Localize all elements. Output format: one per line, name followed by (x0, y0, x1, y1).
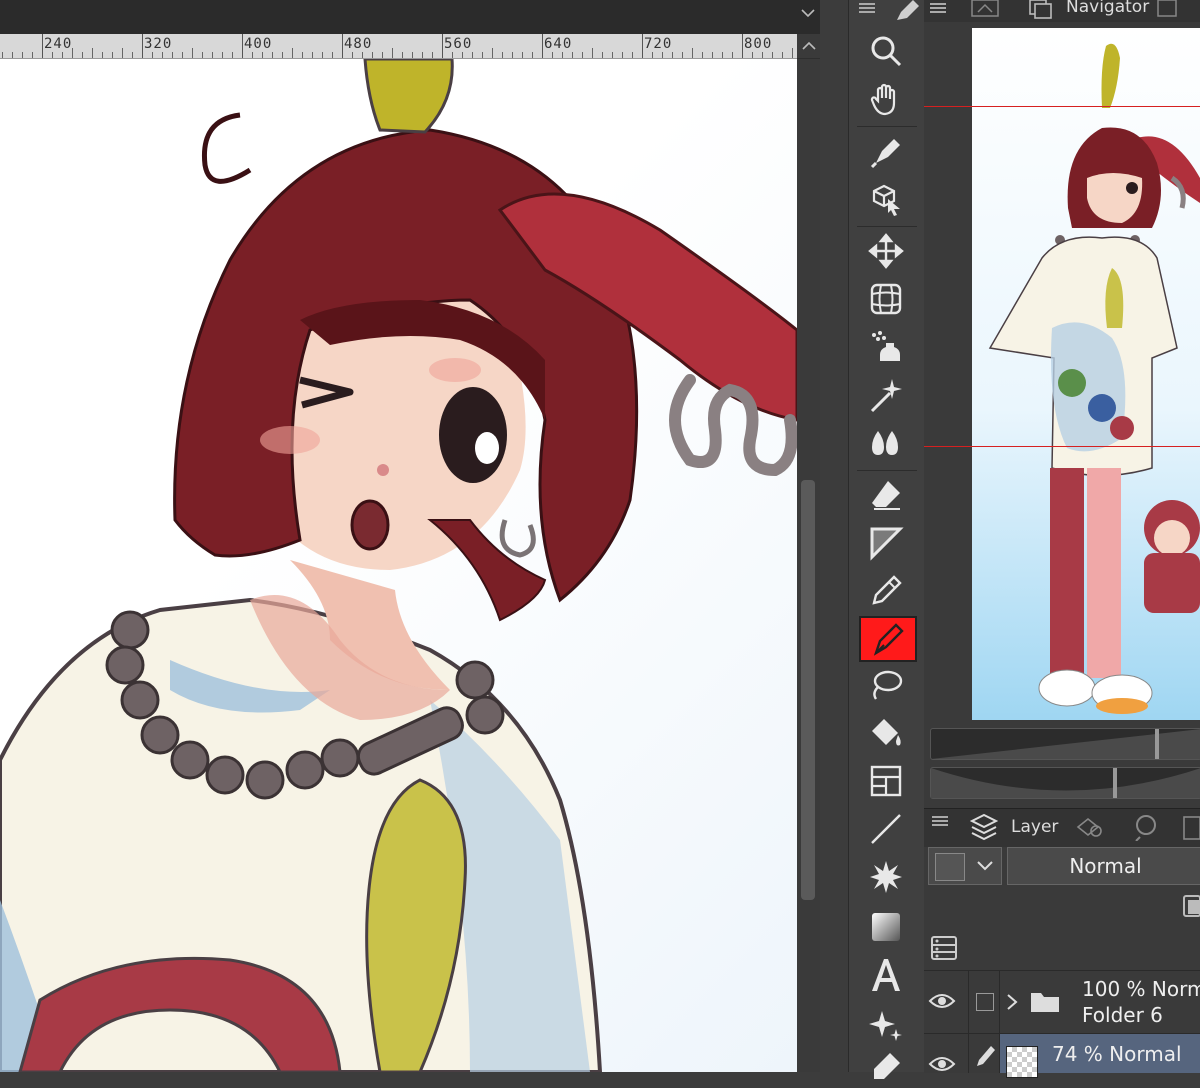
mesh-grid-icon (870, 283, 902, 315)
cube-cursor-icon (872, 184, 900, 216)
sub-view-icon[interactable] (970, 0, 1002, 20)
lasso-icon (873, 670, 903, 700)
sparkle-tool[interactable] (859, 374, 913, 416)
fill-tool[interactable] (859, 712, 913, 754)
horizontal-ruler: 240 320 400 480 560 640 720 800 (0, 34, 797, 59)
navigator-tab-bar (924, 0, 1200, 22)
gradient-icon (872, 913, 900, 941)
object-tool[interactable] (859, 178, 913, 220)
layer-checkbox[interactable] (976, 993, 994, 1011)
eye-visibility-icon[interactable] (928, 991, 956, 1011)
blend-mode-select[interactable]: Normal (1007, 847, 1200, 885)
scrollbar-thumb[interactable] (801, 480, 815, 900)
zoom-tool[interactable] (859, 30, 913, 72)
gradient-tool[interactable] (859, 906, 913, 948)
eye-visibility-icon[interactable] (928, 1054, 956, 1074)
lock-layer-icon[interactable] (1180, 892, 1200, 920)
move-arrows-icon (868, 233, 904, 269)
pencil-icon (872, 575, 902, 605)
layer-tab-label[interactable]: Layer (1011, 817, 1058, 837)
menu-icon[interactable] (930, 2, 946, 14)
eyedropper-tool[interactable] (859, 1046, 913, 1088)
menu-icon[interactable] (859, 2, 875, 14)
lasso-tool[interactable] (859, 664, 913, 706)
blend-tool[interactable] (859, 422, 913, 464)
spray-select-icon (872, 331, 900, 361)
chevron-down-icon (977, 861, 993, 871)
sparkles-icon (869, 1011, 902, 1041)
transform-tool[interactable] (859, 278, 913, 320)
triangle-ruler-icon (870, 527, 904, 561)
layer-row-raster[interactable]: 74 % Normal (924, 1033, 1200, 1078)
hand-tool[interactable] (859, 78, 913, 120)
navigator-preview[interactable] (972, 28, 1200, 720)
hand-icon (870, 83, 896, 116)
chevron-up-icon (802, 41, 816, 50)
rotate-slider-track (931, 768, 1200, 798)
canvas-top-bar (0, 0, 820, 34)
layer-color-dropdown[interactable] (928, 847, 1002, 885)
search-layer-icon[interactable] (1132, 813, 1160, 841)
navigator-view-frame-top (924, 106, 1200, 107)
zoom-slider-track (931, 729, 1200, 759)
text-a-icon (872, 959, 900, 991)
layer-property-icon[interactable] (1074, 813, 1106, 839)
pen-settings-icon[interactable] (895, 0, 921, 22)
layer-list-icon[interactable] (930, 934, 958, 962)
navigator-thumbnail (988, 43, 1200, 714)
layer-name[interactable]: Folder 6 (1082, 1003, 1163, 1027)
line-icon (871, 814, 901, 844)
layer-tab-bar (924, 808, 1200, 847)
folder-icon (1031, 993, 1059, 1012)
layer-lock-cell[interactable] (968, 971, 1000, 1033)
layer-thumbnail (1006, 1046, 1038, 1078)
menu-icon[interactable] (932, 815, 948, 827)
burst-icon (870, 861, 902, 893)
zoom-slider[interactable] (930, 728, 1200, 760)
magic-wand-icon (870, 379, 902, 413)
layer-row-folder[interactable]: 100 % Norm Folder 6 (924, 970, 1200, 1033)
move-tool[interactable] (859, 230, 913, 272)
sparkle-balloon-tool[interactable] (859, 1004, 913, 1046)
ruler-ticks (2, 34, 793, 58)
panel-layout-icon (870, 765, 902, 797)
pencil-icon (977, 1046, 995, 1066)
drops-icon (872, 431, 898, 455)
frame-tool[interactable] (859, 760, 913, 802)
layers-stack-icon[interactable] (970, 813, 998, 843)
ruler-tool[interactable] (859, 522, 913, 564)
layer-opacity-mode: 74 % Normal (1052, 1042, 1182, 1066)
operation-tool[interactable] (859, 130, 913, 172)
text-tool[interactable] (859, 954, 913, 996)
line-tool[interactable] (859, 808, 913, 850)
scroll-up-button[interactable] (797, 34, 820, 58)
pencil-tool[interactable] (859, 570, 913, 612)
drawing-canvas[interactable] (0, 59, 797, 1072)
character-illustration (0, 59, 797, 1072)
navigator-view-frame-bottom (924, 446, 1200, 447)
rotate-slider[interactable] (930, 767, 1200, 799)
navigator-title[interactable]: Navigator (1066, 0, 1149, 17)
chevron-right-icon[interactable] (1006, 993, 1018, 1011)
paint-bucket-icon (872, 719, 901, 746)
pen-tool[interactable] (859, 616, 917, 662)
eraser-tool[interactable] (859, 474, 913, 516)
tool-palette (848, 0, 925, 1079)
layer-edit-cell[interactable] (968, 1034, 1000, 1073)
pen-nib-icon (873, 623, 904, 656)
chevron-down-icon[interactable] (801, 8, 815, 18)
effect-line-tool[interactable] (859, 856, 913, 898)
magnifier-icon (871, 36, 902, 67)
layer-color-swatch (935, 853, 965, 881)
info-panel-icon[interactable] (1156, 0, 1180, 20)
auto-select-tool[interactable] (859, 326, 913, 368)
dropper-tip-icon (870, 139, 900, 169)
layer-opacity-mode: 100 % Norm (1082, 977, 1200, 1001)
layers-icon[interactable] (1028, 0, 1054, 20)
layer-extra-icon[interactable] (1182, 815, 1200, 841)
eraser-icon (872, 481, 900, 510)
eyedropper-icon (874, 1053, 900, 1079)
